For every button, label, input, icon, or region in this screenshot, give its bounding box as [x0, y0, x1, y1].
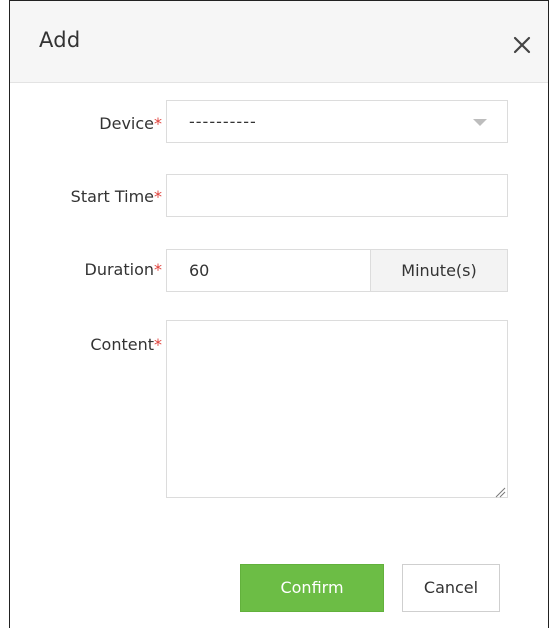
add-dialog: Add Device* ---------- Start Time* Durat… — [9, 0, 549, 628]
required-mark: * — [154, 260, 162, 279]
content-label: Content* — [90, 335, 162, 354]
duration-field: Minute(s) — [166, 249, 508, 292]
duration-unit: Minute(s) — [370, 250, 507, 291]
required-mark: * — [154, 114, 162, 133]
cancel-button[interactable]: Cancel — [402, 564, 500, 612]
confirm-button[interactable]: Confirm — [240, 564, 384, 612]
duration-input[interactable] — [167, 250, 371, 291]
start-time-field[interactable] — [166, 174, 508, 217]
start-time-input[interactable] — [167, 175, 507, 216]
device-label-text: Device — [99, 114, 154, 133]
content-textarea[interactable] — [166, 320, 508, 498]
required-mark: * — [154, 335, 162, 354]
required-mark: * — [154, 187, 162, 206]
device-select[interactable]: ---------- — [166, 100, 508, 143]
close-icon[interactable] — [512, 35, 532, 55]
duration-label: Duration* — [85, 260, 163, 279]
chevron-down-icon — [473, 119, 487, 126]
start-time-label: Start Time* — [71, 187, 162, 206]
dialog-title: Add — [39, 28, 81, 52]
content-label-text: Content — [90, 335, 154, 354]
duration-label-text: Duration — [84, 260, 155, 279]
device-select-value: ---------- — [189, 112, 257, 131]
device-label: Device* — [99, 114, 162, 133]
dialog-header: Add — [10, 1, 548, 83]
start-time-label-text: Start Time — [70, 187, 154, 206]
